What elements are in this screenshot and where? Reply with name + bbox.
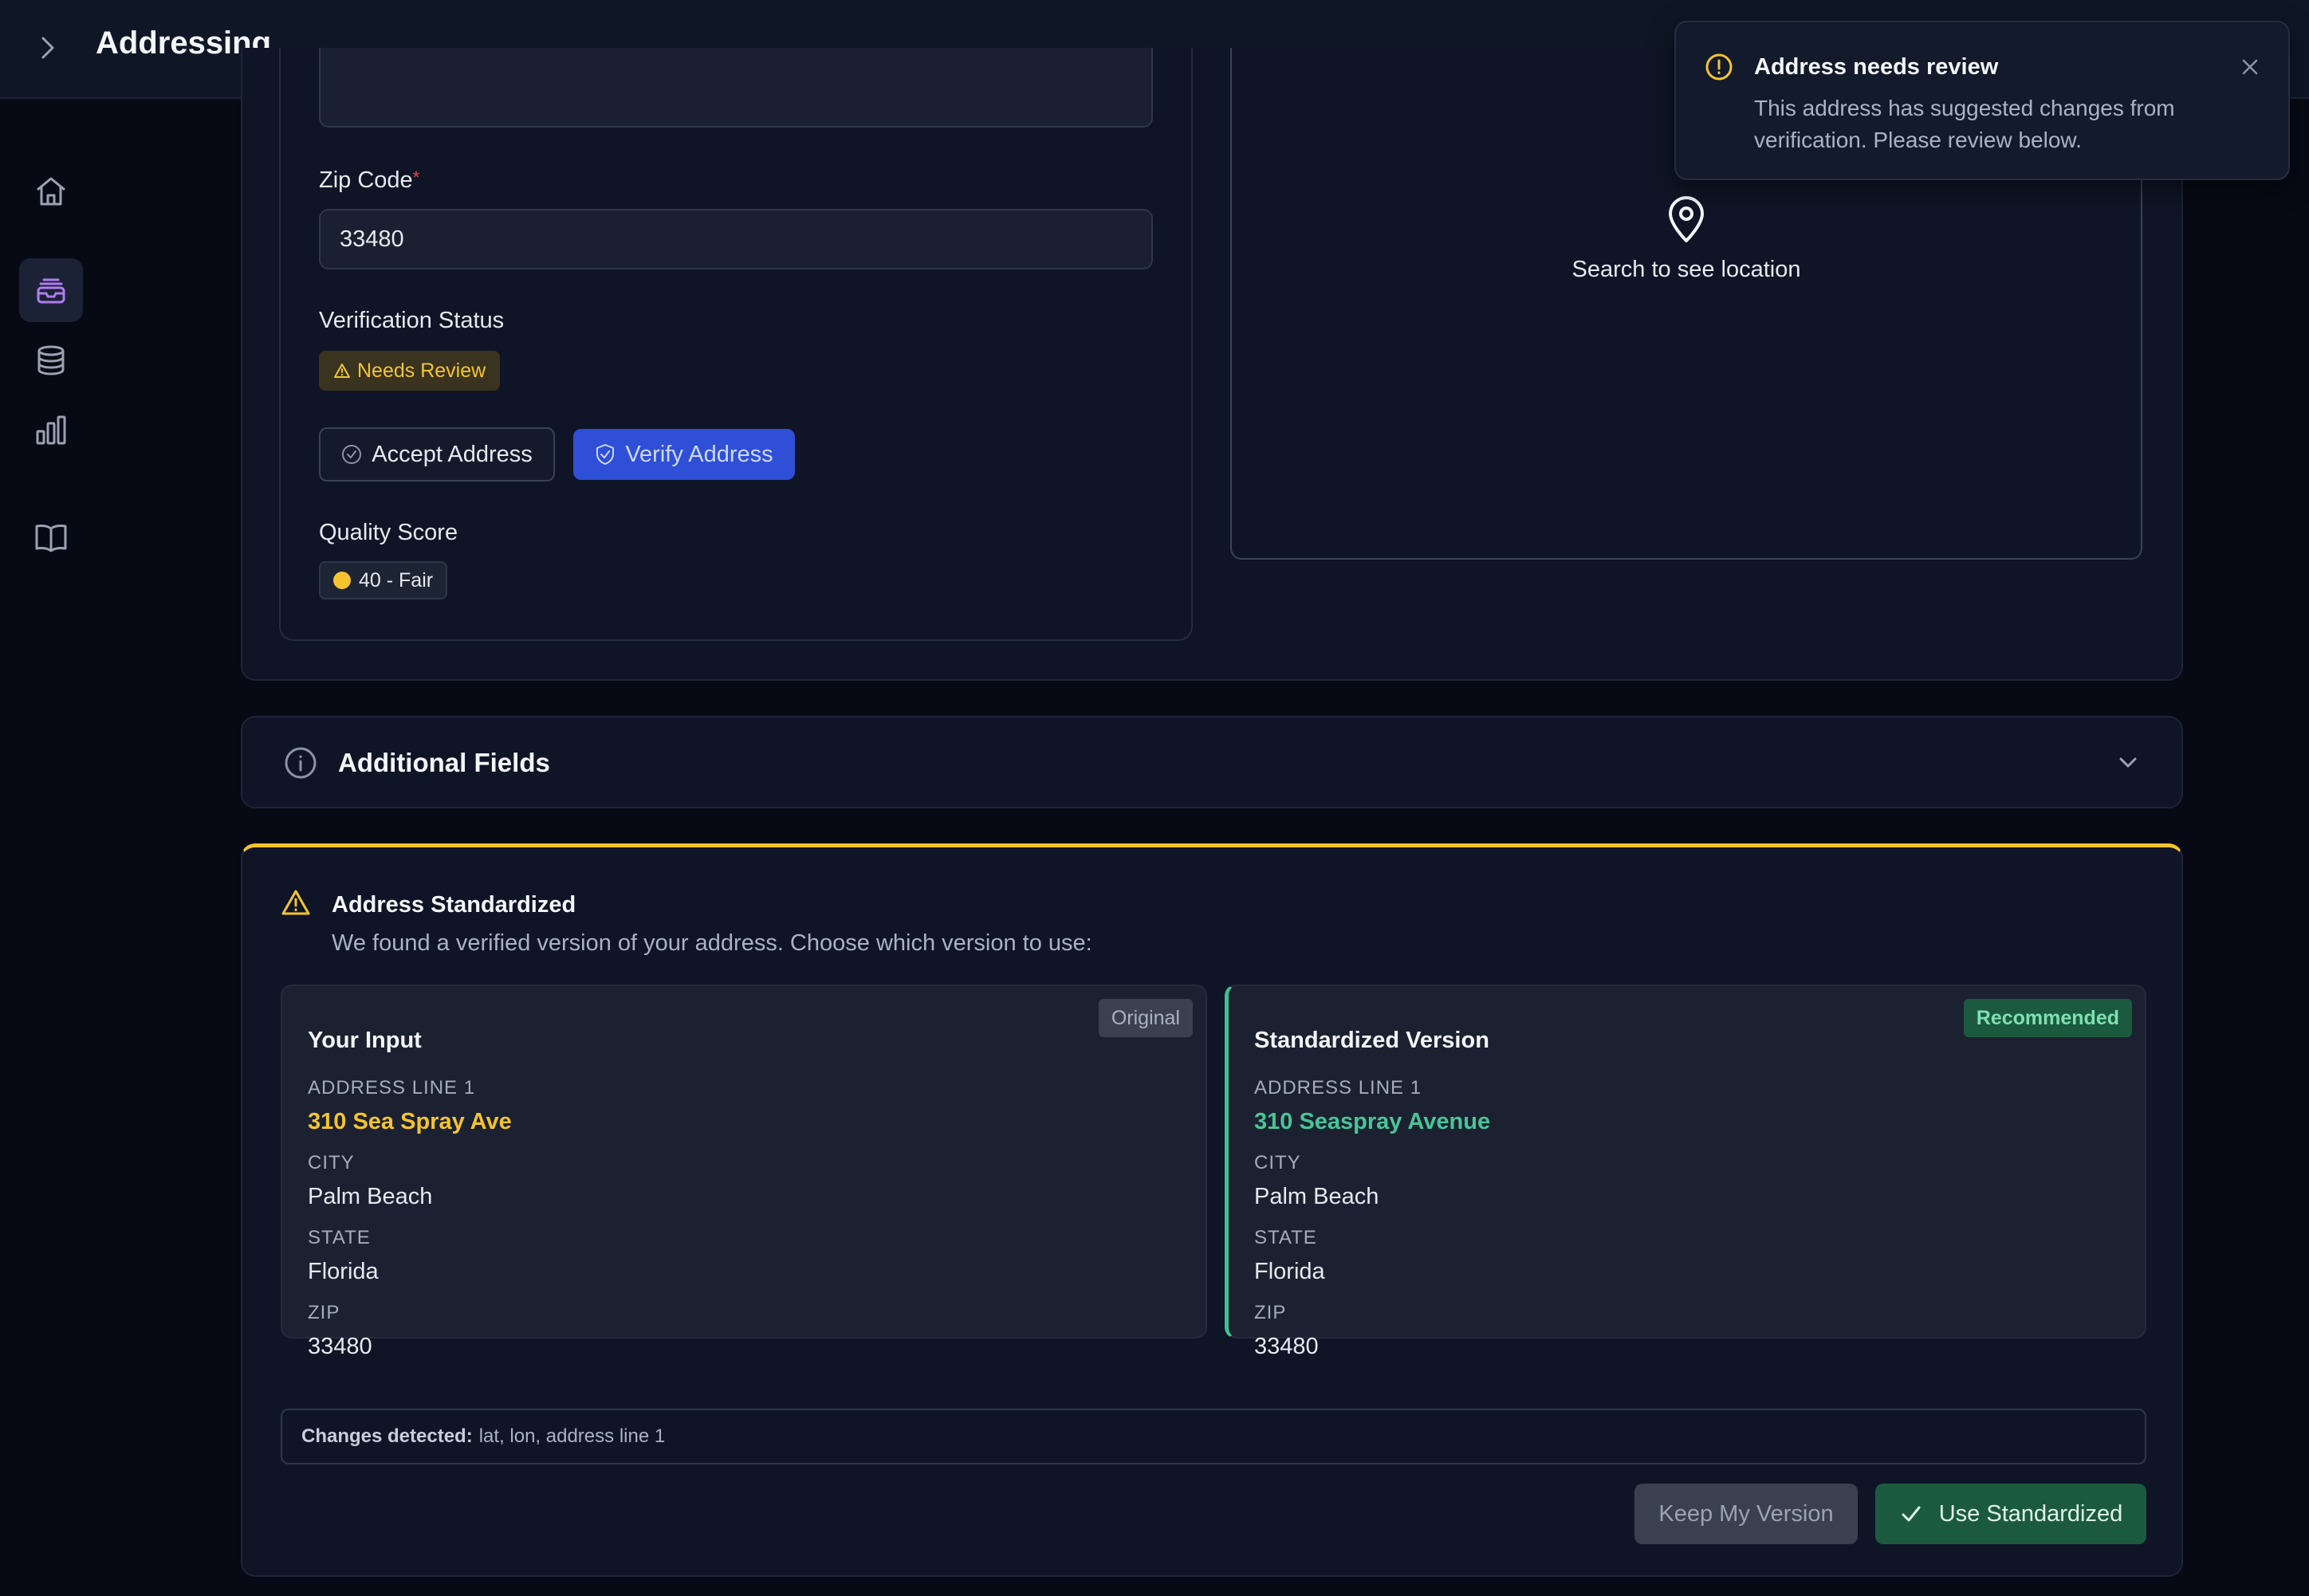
quality-score-label: Quality Score — [319, 520, 458, 545]
shield-check-icon — [596, 444, 615, 465]
chevron-down-icon[interactable] — [2114, 749, 2142, 780]
alert-circle-icon — [1705, 53, 1733, 85]
accept-address-label: Accept Address — [372, 441, 533, 467]
verify-address-label: Verify Address — [625, 441, 773, 467]
standardized-version-title: Standardized Version — [1254, 1028, 1489, 1053]
state-caption: STATE — [308, 1227, 371, 1248]
city-caption: CITY — [1254, 1152, 1301, 1173]
changes-label: Changes detected: — [301, 1425, 473, 1447]
address-line-caption: ADDRESS LINE 1 — [1254, 1077, 1422, 1099]
standardized-title: Address Standardized — [332, 892, 576, 918]
use-standardized-label: Use Standardized — [1938, 1500, 2123, 1527]
additional-fields-accordion[interactable]: Additional Fields — [241, 716, 2183, 808]
changes-value: lat, lon, address line 1 — [478, 1425, 666, 1447]
quality-dot-icon — [333, 572, 351, 589]
original-address-option[interactable]: Original Your Input ADDRESS LINE 1 310 S… — [281, 985, 1207, 1359]
additional-fields-label: Additional Fields — [338, 748, 550, 777]
quality-score-text: 40 - Fair — [359, 568, 434, 592]
required-mark: * — [412, 167, 420, 187]
address-line-caption: ADDRESS LINE 1 — [308, 1077, 476, 1099]
address-standardized-card: Address Standardized We found a verified… — [241, 843, 2183, 1577]
quality-score-badge: 40 - Fair — [319, 561, 448, 599]
keep-my-version-button[interactable]: Keep My Version — [1634, 1484, 1858, 1544]
state-caption: STATE — [1254, 1227, 1317, 1248]
recommended-tag: Recommended — [1963, 999, 2132, 1037]
use-standardized-button[interactable]: Use Standardized — [1875, 1484, 2146, 1544]
map-pin-icon — [1665, 195, 1708, 248]
bar-chart-icon — [36, 415, 66, 445]
standardized-address-line: 310 Seaspray Avenue — [1254, 1109, 1491, 1134]
sidebar-item-analytics[interactable] — [19, 399, 83, 462]
zip-caption: ZIP — [308, 1302, 340, 1323]
original-tag: Original — [1098, 999, 1193, 1037]
zip-label: Zip Code* — [319, 167, 420, 193]
standardized-city: Palm Beach — [1254, 1184, 1379, 1209]
verification-status-label: Verification Status — [319, 308, 505, 333]
sidebar-item-addressing[interactable] — [19, 258, 83, 322]
expand-sidebar-icon[interactable] — [32, 32, 64, 64]
original-title: Your Input — [308, 1028, 422, 1053]
standardized-zip: 33480 — [1254, 1334, 1319, 1359]
standardized-subtitle: We found a verified version of your addr… — [332, 930, 1092, 956]
home-icon — [37, 177, 65, 206]
zip-input[interactable]: 33480 — [319, 209, 1153, 269]
original-state: Florida — [308, 1259, 379, 1284]
standardized-state: Florida — [1254, 1259, 1325, 1284]
inbox-stack-icon — [37, 278, 65, 304]
sidebar-item-home[interactable] — [19, 159, 83, 223]
warning-icon — [334, 364, 350, 378]
book-icon — [35, 524, 67, 552]
sidebar-item-docs[interactable] — [19, 505, 83, 569]
check-circle-icon — [342, 445, 362, 464]
sidebar — [0, 100, 104, 1596]
check-icon — [1902, 1506, 1921, 1522]
original-zip: 33480 — [308, 1334, 372, 1359]
toast-message: This address has suggested changes from … — [1754, 96, 2175, 152]
sidebar-item-database[interactable] — [19, 328, 83, 392]
map-placeholder-text: Search to see location — [1571, 257, 1801, 282]
database-icon — [37, 345, 65, 375]
state-input[interactable] — [319, 48, 1153, 128]
toast-title: Address needs review — [1754, 54, 1999, 80]
original-address-line: 310 Sea Spray Ave — [308, 1109, 512, 1134]
verify-address-button[interactable]: Verify Address — [573, 429, 795, 480]
warning-icon — [281, 889, 311, 920]
standardized-address-option[interactable]: Recommended Standardized Version ADDRESS… — [1225, 985, 2146, 1359]
verification-status-text: Needs Review — [357, 359, 486, 382]
address-form-panel — [279, 48, 1193, 641]
city-caption: CITY — [308, 1152, 355, 1173]
close-icon[interactable] — [2234, 51, 2266, 83]
review-toast: Address needs review This address has su… — [1674, 21, 2290, 180]
original-city: Palm Beach — [308, 1184, 433, 1209]
changes-detected-box: Changes detected: lat, lon, address line… — [281, 1409, 2146, 1464]
verification-status-badge: Needs Review — [319, 351, 501, 391]
info-icon — [284, 746, 317, 784]
zip-caption: ZIP — [1254, 1302, 1287, 1323]
accept-address-button[interactable]: Accept Address — [319, 427, 555, 482]
